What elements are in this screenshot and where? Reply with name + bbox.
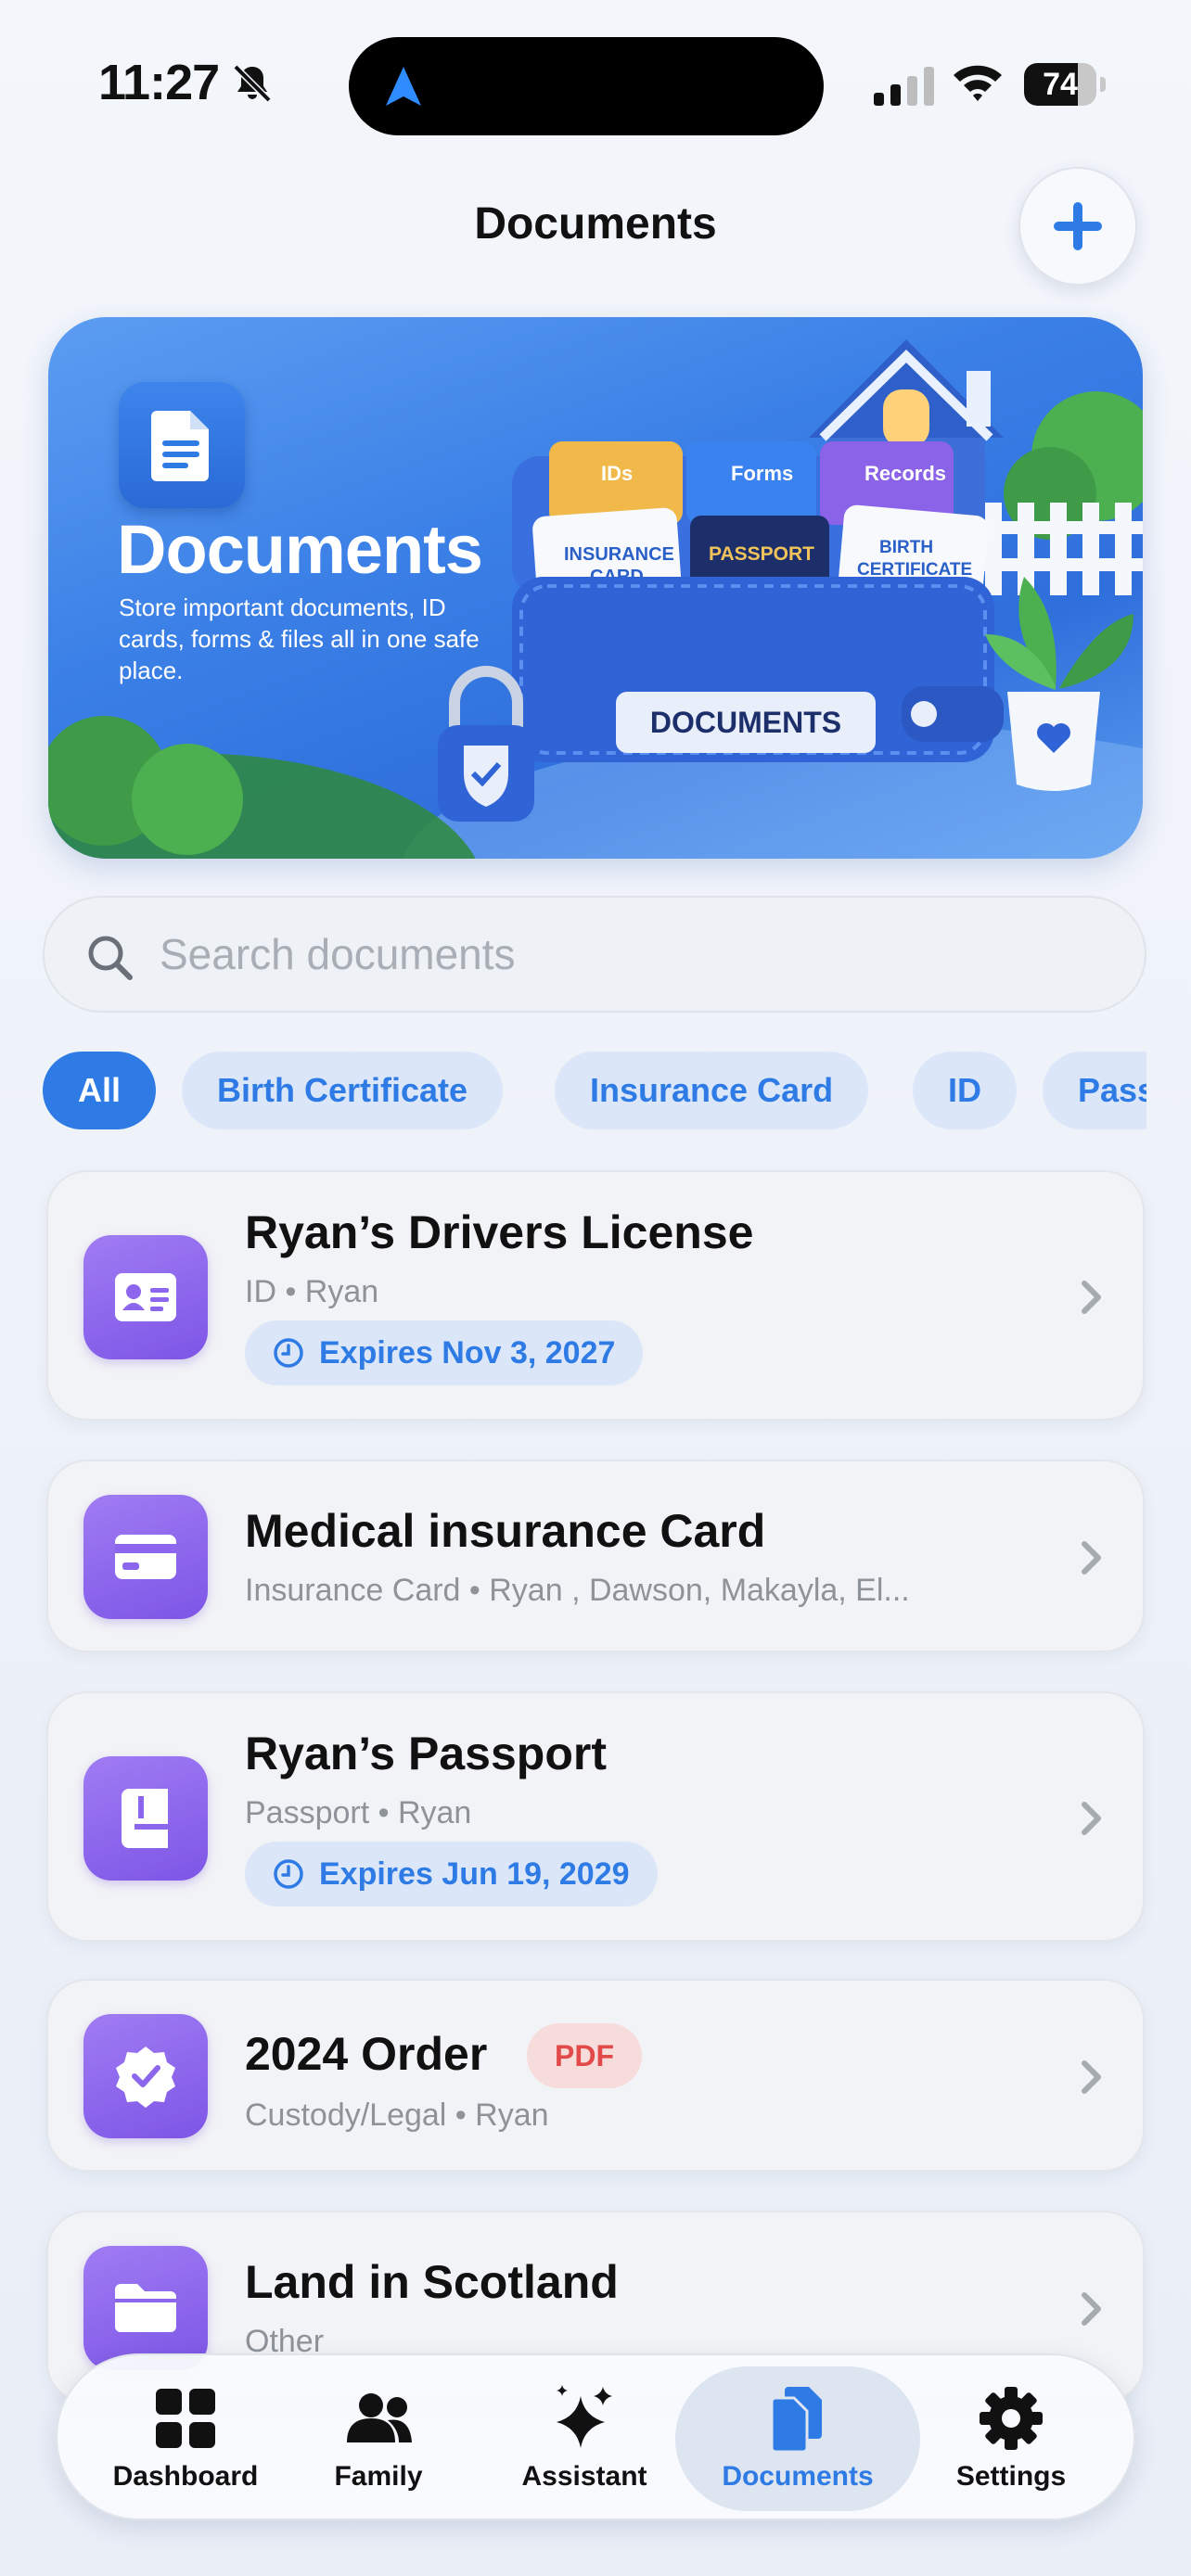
filter-chip-insurance-card[interactable]: Insurance Card <box>555 1052 869 1129</box>
tab-label: Family <box>334 2461 423 2492</box>
documents-icon <box>770 2387 822 2454</box>
document-title: Land in Scotland <box>245 2256 619 2308</box>
clock-icon <box>274 1859 303 1889</box>
tab-label: Assistant <box>521 2461 647 2492</box>
hero-subtitle: Store important documents, ID cards, for… <box>119 593 480 684</box>
filter-chip-id[interactable]: ID <box>913 1052 1017 1129</box>
document-meta: Custody/Legal • Ryan <box>245 2098 549 2133</box>
chevron-right-icon <box>1082 1281 1101 1314</box>
tab-label: Dashboard <box>112 2461 259 2492</box>
document-meta: ID • Ryan <box>245 1274 379 1309</box>
page-title: Documents <box>474 199 717 249</box>
document-meta: Passport • Ryan <box>245 1795 472 1830</box>
chevron-right-icon <box>1082 1541 1101 1575</box>
pdf-badge: PDF <box>527 2023 642 2088</box>
sparkle-icon <box>557 2385 612 2448</box>
document-card[interactable]: Ryan’s Passport Passport • Ryan Expires … <box>46 1691 1145 1942</box>
expiry-text: Expires Jun 19, 2029 <box>319 1856 630 1892</box>
add-document-button[interactable] <box>1018 167 1137 286</box>
expiry-text: Expires Nov 3, 2027 <box>319 1335 616 1371</box>
clock-icon <box>274 1338 303 1368</box>
gear-icon <box>980 2387 1043 2450</box>
tab-settings[interactable]: Settings <box>929 2355 1093 2522</box>
chevron-right-icon <box>1082 2292 1101 2326</box>
dynamic-island <box>349 37 824 135</box>
document-meta: Insurance Card • Ryan , Dawson, Makayla,… <box>245 1573 910 1608</box>
folder-icon <box>83 2246 208 2370</box>
filter-chip-birth-certificate[interactable]: Birth Certificate <box>182 1052 504 1129</box>
location-arrow-icon <box>386 67 421 106</box>
svg-text:CERTIFICATE: CERTIFICATE <box>857 560 972 580</box>
battery-indicator: 74 <box>1024 63 1106 106</box>
document-title: 2024 Order <box>245 2028 488 2080</box>
cellular-signal-icon <box>874 67 934 106</box>
people-icon <box>347 2393 412 2442</box>
hero-folder-label: DOCUMENTS <box>650 706 841 739</box>
search-input[interactable] <box>160 898 1087 1011</box>
document-card[interactable]: Medical insurance Card Insurance Card • … <box>46 1460 1145 1652</box>
filter-chips: All Birth Certificate Insurance Card ID … <box>43 1052 1146 1129</box>
document-title: Ryan’s Drivers License <box>245 1206 754 1258</box>
status-bar: 11:27 74 <box>0 0 1191 139</box>
hero-card-birth: BIRTH <box>879 538 933 557</box>
chevron-right-icon <box>1082 1802 1101 1835</box>
document-card[interactable]: Ryan’s Drivers License ID • Ryan Expires… <box>46 1170 1145 1421</box>
book-icon <box>83 1756 208 1881</box>
tab-family[interactable]: Family <box>297 2355 460 2522</box>
expiry-badge: Expires Nov 3, 2027 <box>245 1320 644 1385</box>
search-bar[interactable] <box>43 896 1146 1013</box>
search-icon <box>88 936 133 980</box>
tab-label: Documents <box>722 2461 874 2492</box>
tab-documents[interactable]: Documents <box>675 2355 920 2522</box>
credit-card-icon <box>83 1495 208 1619</box>
document-card[interactable]: 2024 Order PDF Custody/Legal • Ryan <box>46 1979 1145 2172</box>
hero-banner: IDs Forms Records INSURANCE CARD PASSPOR… <box>48 317 1143 859</box>
chevron-right-icon <box>1082 2060 1101 2094</box>
tab-dashboard[interactable]: Dashboard <box>95 2355 276 2522</box>
hero-card-insurance: INSURANCE <box>564 544 674 565</box>
battery-percent: 74 <box>1043 67 1078 102</box>
verified-badge-icon <box>83 2014 208 2138</box>
document-title: Medical insurance Card <box>245 1505 766 1557</box>
status-time: 11:27 <box>98 55 220 110</box>
filter-chip-passport[interactable]: Pass <box>1043 1052 1146 1129</box>
hero-tab-ids: IDs <box>601 462 633 485</box>
hero-card-passport: PASSPORT <box>709 543 814 565</box>
hero-tab-records: Records <box>864 462 946 485</box>
bell-muted-icon <box>233 64 272 103</box>
hero-tab-forms: Forms <box>731 462 793 485</box>
tab-assistant[interactable]: Assistant <box>503 2355 666 2522</box>
id-card-icon <box>83 1235 208 1359</box>
tab-label: Settings <box>955 2461 1067 2492</box>
grid-icon <box>156 2389 215 2448</box>
document-title: Ryan’s Passport <box>245 1728 607 1779</box>
tab-bar: Dashboard Family Assistant Documents Set… <box>56 2353 1135 2520</box>
hero-title: Documents <box>117 511 483 588</box>
document-icon <box>119 382 245 508</box>
expiry-badge: Expires Jun 19, 2029 <box>245 1842 658 1906</box>
plus-icon <box>1054 202 1102 250</box>
wifi-icon <box>954 65 1002 101</box>
filter-chip-all[interactable]: All <box>43 1052 157 1129</box>
